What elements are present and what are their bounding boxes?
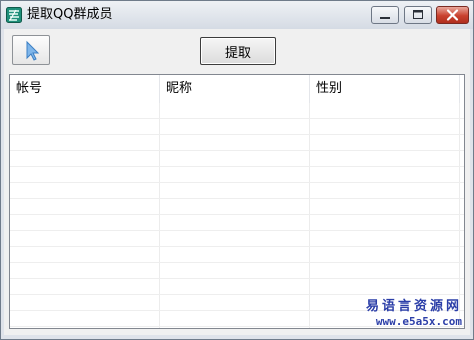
maximize-icon — [413, 10, 423, 19]
list-row-empty — [10, 183, 464, 199]
member-list[interactable]: 帐号 昵称 性别 — [9, 74, 465, 329]
app-icon — [6, 7, 22, 23]
close-button[interactable] — [436, 6, 469, 24]
cursor-arrow-icon — [26, 40, 40, 61]
list-row-empty — [10, 119, 464, 135]
minimize-button[interactable] — [371, 6, 399, 24]
maximize-button[interactable] — [404, 6, 432, 24]
app-window: 提取QQ群成员 提取 帐号 昵称 性别 易语言资源网 www.e5a5x.com — [0, 0, 474, 340]
list-row-empty — [10, 231, 464, 247]
list-row-empty — [10, 151, 464, 167]
list-header: 帐号 昵称 性别 — [10, 75, 464, 103]
list-row-empty — [10, 263, 464, 279]
list-row-empty — [10, 199, 464, 215]
list-body[interactable] — [10, 103, 464, 328]
column-header-account[interactable]: 帐号 — [10, 75, 160, 103]
fetch-button[interactable]: 提取 — [200, 37, 276, 65]
minimize-icon — [380, 17, 390, 19]
close-icon — [446, 9, 459, 21]
list-row-empty — [10, 215, 464, 231]
title-bar[interactable]: 提取QQ群成员 — [1, 1, 473, 29]
watermark-url: www.e5a5x.com — [375, 315, 462, 328]
column-header-nickname[interactable]: 昵称 — [160, 75, 310, 103]
watermark-text: 易语言资源网 — [365, 299, 462, 314]
client-area: 提取 帐号 昵称 性别 易语言资源网 www.e5a5x.com — [4, 29, 470, 335]
list-row-empty — [10, 247, 464, 263]
list-row-empty — [10, 279, 464, 295]
watermark: 易语言资源网 www.e5a5x.com — [366, 299, 462, 329]
column-header-gender[interactable]: 性别 — [310, 75, 460, 103]
window-title: 提取QQ群成员 — [27, 7, 113, 22]
list-row-empty — [10, 135, 464, 151]
list-row-empty — [10, 103, 464, 119]
list-row-empty — [10, 167, 464, 183]
pointer-tool-button[interactable] — [12, 35, 50, 65]
